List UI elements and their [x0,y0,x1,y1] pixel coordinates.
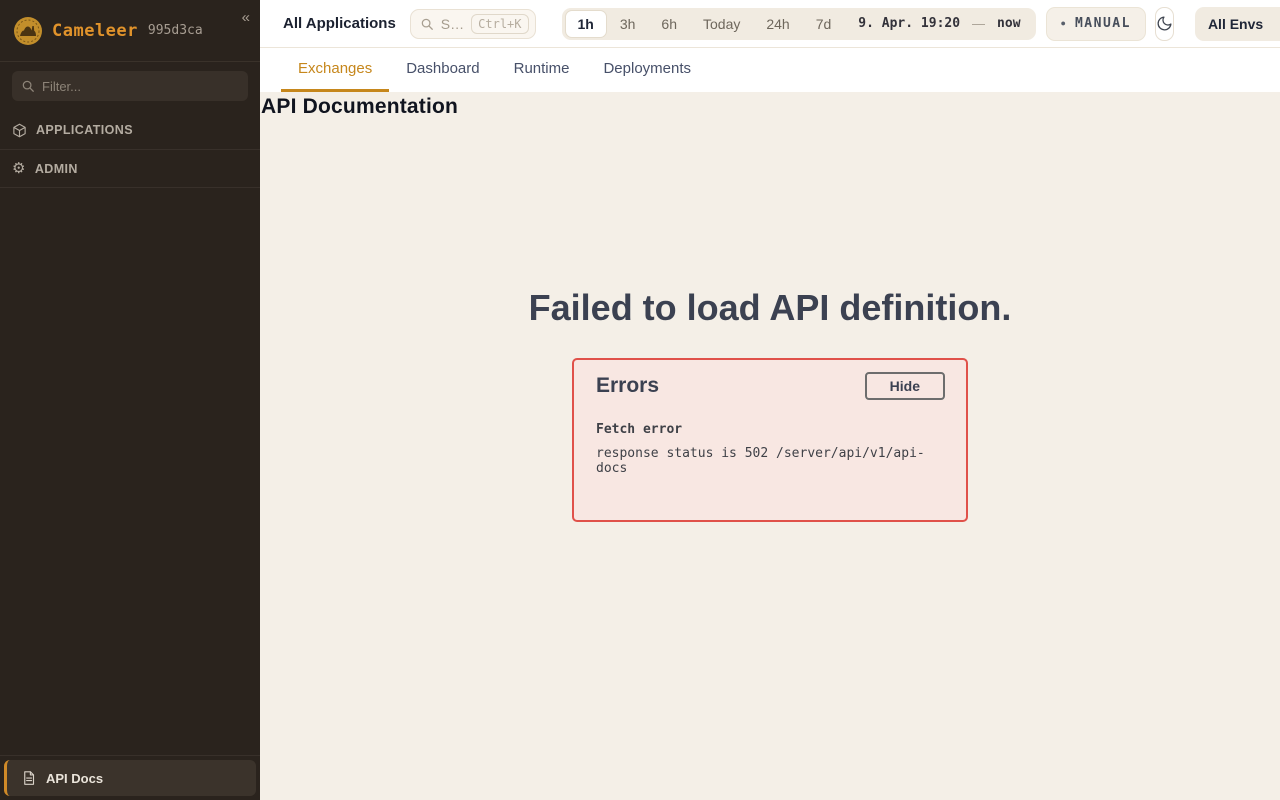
sidebar-filter[interactable] [12,71,248,101]
api-load-error-title: Failed to load API definition. [260,287,1280,329]
search-icon [420,17,434,31]
range-to-value[interactable]: now [989,16,1032,31]
document-icon [21,770,36,786]
range-1h-button[interactable]: 1h [565,10,607,38]
errors-panel: Errors Hide Fetch error response status … [572,358,968,522]
gear-icon: ⚙ [12,161,26,176]
search-placeholder: S… [441,16,464,32]
sidebar-footer: API Docs [0,755,260,800]
tab-deployments[interactable]: Deployments [586,48,708,92]
status-dot-icon: ● [1061,19,1066,28]
range-24h-button[interactable]: 24h [753,10,802,38]
page-title: API Documentation [260,92,1280,119]
environment-select[interactable]: All Envs ▾ [1195,7,1280,41]
sidebar-item-label: API Docs [46,771,103,786]
errors-panel-header: Errors Hide [596,372,945,400]
main-content: API Documentation Failed to load API def… [260,92,1280,800]
range-dash: — [968,16,989,31]
refresh-mode-button[interactable]: ● MANUAL [1046,7,1146,41]
range-3h-button[interactable]: 3h [607,10,649,38]
moon-icon [1156,15,1173,32]
filter-input[interactable] [42,79,239,94]
sidebar: Cameleer 995d3ca « APPLICATIONS ⚙ ADMIN [0,0,260,800]
errors-panel-title: Errors [596,374,659,398]
time-range-picker: 1h 3h 6h Today 24h 7d 9. Apr. 19:20 — no… [562,8,1036,40]
environment-selected-value: All Envs [1208,16,1263,32]
global-search[interactable]: S… Ctrl+K [410,9,536,39]
range-7d-button[interactable]: 7d [803,10,845,38]
top-header: All Applications S… Ctrl+K 1h 3h 6h Toda… [260,0,1280,48]
error-name: Fetch error [596,422,945,437]
error-item: Fetch error response status is 502 /serv… [596,422,945,476]
search-shortcut-badge: Ctrl+K [471,14,528,34]
sidebar-item-applications[interactable]: APPLICATIONS [0,111,260,149]
tab-dashboard[interactable]: Dashboard [389,48,496,92]
sidebar-header: Cameleer 995d3ca « [0,0,260,62]
search-icon [21,79,35,93]
range-6h-button[interactable]: 6h [648,10,690,38]
error-message: response status is 502 /server/api/v1/ap… [596,446,945,476]
range-today-button[interactable]: Today [690,10,753,38]
refresh-mode-label: MANUAL [1075,16,1131,31]
sidebar-item-admin[interactable]: ⚙ ADMIN [0,149,260,187]
sidebar-nav: APPLICATIONS ⚙ ADMIN [0,111,260,188]
build-version: 995d3ca [148,23,203,38]
dark-mode-toggle[interactable] [1155,7,1174,41]
cube-icon [12,123,27,138]
sidebar-item-label: APPLICATIONS [36,123,133,137]
section-tabs: Exchanges Dashboard Runtime Deployments [260,48,1280,92]
brand-name: Cameleer [52,21,138,41]
hide-errors-button[interactable]: Hide [865,372,945,400]
sidebar-item-api-docs[interactable]: API Docs [4,760,256,796]
tab-runtime[interactable]: Runtime [497,48,587,92]
sidebar-item-label: ADMIN [35,162,78,176]
cameleer-logo-icon [14,17,42,45]
range-from-value[interactable]: 9. Apr. 19:20 [844,16,968,31]
tab-exchanges[interactable]: Exchanges [281,48,389,92]
collapse-sidebar-icon[interactable]: « [242,10,250,25]
page-context-title: All Applications [283,15,396,32]
